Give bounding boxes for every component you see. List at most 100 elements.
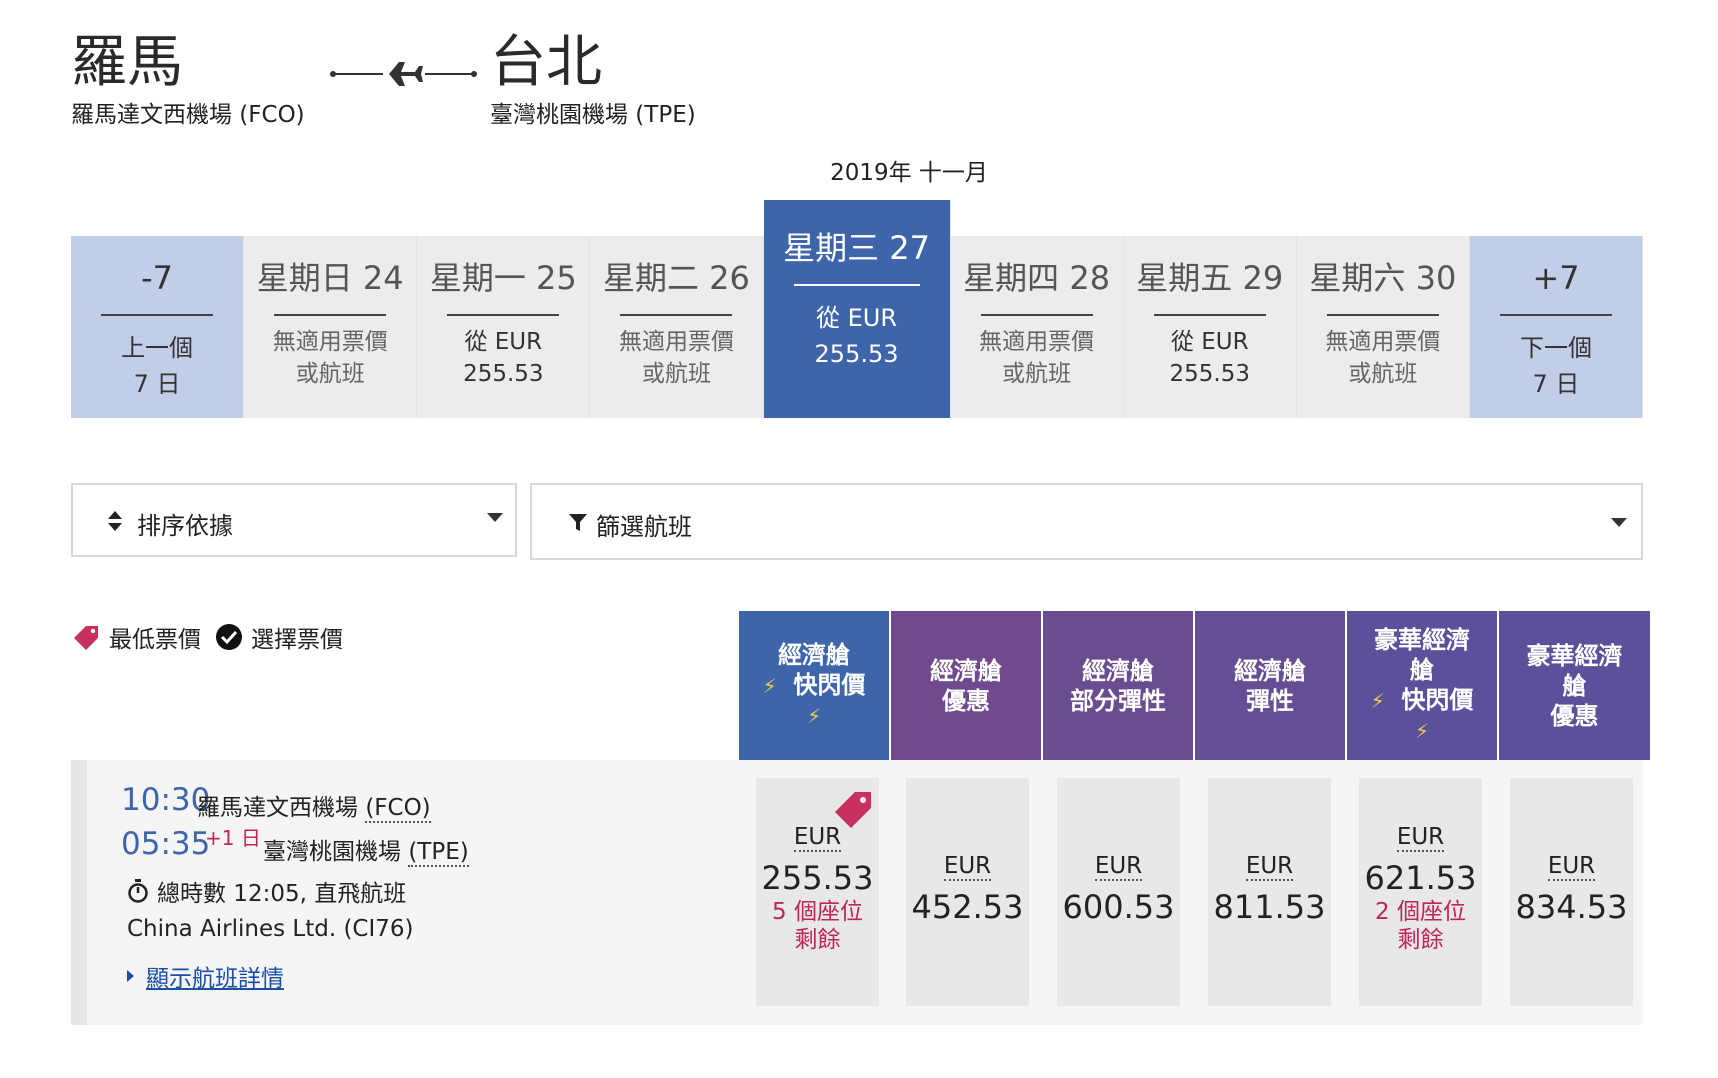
currency-label: EUR <box>943 853 992 881</box>
date-label: 星期二 26 <box>602 259 750 297</box>
prev-week-label: -7 <box>141 259 174 297</box>
date-price-line1: 從 EUR <box>816 304 898 332</box>
divider <box>980 314 1093 316</box>
divider <box>447 314 560 316</box>
fare-header-line: ⚡ 快閃價 <box>762 671 866 699</box>
divider <box>793 284 920 286</box>
currency-label: EUR <box>1396 824 1445 852</box>
price-cell-premium-saver[interactable]: EUR 834.53 <box>1510 778 1633 1006</box>
lightning-icon: ⚡ <box>1370 689 1385 713</box>
lightning-icon: ⚡ <box>806 704 822 728</box>
arrival-airport-code[interactable]: (TPE) <box>408 839 469 867</box>
month-label: 2019年 十一月 <box>830 160 988 186</box>
date-label: 星期三 27 <box>783 229 930 267</box>
fare-header-economy-flash: 經濟艙 ⚡ 快閃價 ⚡ <box>739 611 889 760</box>
lightning-icon: ⚡ <box>1414 719 1430 743</box>
price-cell-economy-semiflex[interactable]: EUR 600.53 <box>1057 778 1180 1006</box>
date-price-line1: 無適用票價 <box>272 329 388 355</box>
fare-header-line: 優惠 <box>1550 701 1599 730</box>
chevron-down-icon <box>487 513 503 522</box>
price-amount: 621.53 <box>1364 859 1477 897</box>
price-cell-economy-flash[interactable]: EUR 255.53 5 個座位 剩餘 <box>756 778 879 1006</box>
chevron-down-icon <box>1611 518 1627 527</box>
date-price-line2: 或航班 <box>295 361 365 387</box>
fare-header-premium-flash: 豪華經濟 艙 ⚡ 快閃價 ⚡ <box>1347 611 1497 760</box>
fare-header-economy-flex: 經濟艙 彈性 <box>1195 611 1345 760</box>
next-week-text: 下一個 <box>1519 334 1592 362</box>
date-price-line2: 或航班 <box>1348 361 1418 387</box>
sort-dropdown[interactable]: 排序依據 <box>71 483 517 557</box>
show-flight-details-link[interactable]: 顯示航班詳情 <box>127 959 284 993</box>
price-cell-premium-flash[interactable]: EUR 621.53 2 個座位 剩餘 <box>1359 778 1482 1006</box>
seats-left-suffix: 剩餘 <box>794 927 841 953</box>
date-cell-wed-27-selected[interactable]: 星期三 27 從 EUR 255.53 <box>763 200 951 418</box>
prev-week-days: 7 日 <box>133 370 181 398</box>
divider <box>274 314 387 316</box>
date-cell-mon-25[interactable]: 星期一 25 從 EUR 255.53 <box>417 236 591 418</box>
date-price-line2: 或航班 <box>1002 361 1072 387</box>
currency-label: EUR <box>1094 853 1143 881</box>
check-circle-icon <box>216 624 242 650</box>
date-cell-tue-26[interactable]: 星期二 26 無適用票價 或航班 <box>590 236 764 418</box>
seats-left-suffix: 剩餘 <box>1397 927 1444 953</box>
divider <box>1153 314 1266 316</box>
fare-header-line: 艙 <box>1562 671 1587 700</box>
fare-header-line: 艙 <box>1410 656 1434 684</box>
funnel-icon <box>569 514 587 531</box>
lightning-icon: ⚡ <box>762 674 777 698</box>
destination-airport: 臺灣桃園機場 (TPE) <box>490 102 696 128</box>
date-cell-thu-28[interactable]: 星期四 28 無適用票價 或航班 <box>950 236 1124 418</box>
fare-header-premium-saver: 豪華經濟 艙 優惠 <box>1499 611 1650 760</box>
date-price-line1: 無適用票價 <box>618 329 734 355</box>
date-cell-sat-30[interactable]: 星期六 30 無適用票價 或航班 <box>1296 236 1470 418</box>
sort-label: 排序依據 <box>137 512 233 540</box>
price-cell-economy-saver[interactable]: EUR 452.53 <box>906 778 1029 1006</box>
price-tag-icon <box>74 626 98 650</box>
departure-airport-code[interactable]: (FCO) <box>365 795 431 823</box>
date-cell-sun-24[interactable]: 星期日 24 無適用票價 或航班 <box>244 236 418 418</box>
fare-legend: 最低票價 選擇票價 <box>71 617 343 657</box>
next-week-days: 7 日 <box>1532 370 1580 398</box>
date-price-line2: 255.53 <box>1169 361 1250 387</box>
price-amount: 255.53 <box>761 859 874 897</box>
fare-header-line: 豪華經濟 <box>1374 626 1470 654</box>
route-header: 羅馬 羅馬達文西機場 (FCO) 台北 臺灣桃園機場 (TPE) <box>71 30 771 130</box>
date-price-line2: 或航班 <box>641 361 711 387</box>
currency-label: EUR <box>1547 853 1596 881</box>
price-cell-economy-flex[interactable]: EUR 811.53 <box>1208 778 1331 1006</box>
date-price-line1: 從 EUR <box>464 329 543 355</box>
caret-right-icon <box>127 970 134 982</box>
date-cell-fri-29[interactable]: 星期五 29 從 EUR 255.53 <box>1123 236 1297 418</box>
date-label: 星期一 25 <box>429 259 577 297</box>
fare-header-economy-saver: 經濟艙 優惠 <box>891 611 1041 760</box>
destination-city: 台北 <box>490 30 602 95</box>
seats-left: 2 個座位 <box>1375 899 1466 925</box>
arrival-airport: 臺灣桃園機場 (TPE) <box>263 839 469 867</box>
divider <box>1326 314 1439 316</box>
next-week-label: +7 <box>1532 259 1580 297</box>
next-week-button[interactable]: +7 下一個 7 日 <box>1469 236 1644 418</box>
filter-label: 篩選航班 <box>596 513 692 541</box>
stopwatch-icon <box>128 879 148 903</box>
duration-text: 總時數 12:05, 直飛航班 <box>157 881 407 907</box>
fare-header-line: 彈性 <box>1246 686 1294 715</box>
fare-header-line: ⚡ 快閃價 <box>1370 686 1474 714</box>
date-price-line2: 255.53 <box>814 340 899 368</box>
details-link-text: 顯示航班詳情 <box>146 966 284 992</box>
origin-airport: 羅馬達文西機場 (FCO) <box>71 102 305 128</box>
price-amount: 834.53 <box>1515 888 1628 926</box>
date-strip: -7 上一個 7 日 星期日 24 無適用票價 或航班 星期一 25 從 EUR… <box>71 200 1644 418</box>
filter-dropdown[interactable]: 篩選航班 <box>530 483 1643 560</box>
fare-header-economy-semiflex: 經濟艙 部分彈性 <box>1043 611 1193 760</box>
divider <box>620 314 733 316</box>
fare-header-line: 優惠 <box>942 686 990 715</box>
prev-week-button[interactable]: -7 上一個 7 日 <box>71 236 245 418</box>
seats-left: 5 個座位 <box>772 899 863 925</box>
legend-lowest-label: 最低票價 <box>109 627 201 653</box>
price-amount: 452.53 <box>911 888 1024 926</box>
date-label: 星期四 28 <box>963 259 1111 297</box>
price-amount: 600.53 <box>1062 888 1175 926</box>
plus-day-badge: +1 日 <box>205 826 261 850</box>
divider <box>101 314 214 316</box>
airplane-icon <box>330 62 477 86</box>
